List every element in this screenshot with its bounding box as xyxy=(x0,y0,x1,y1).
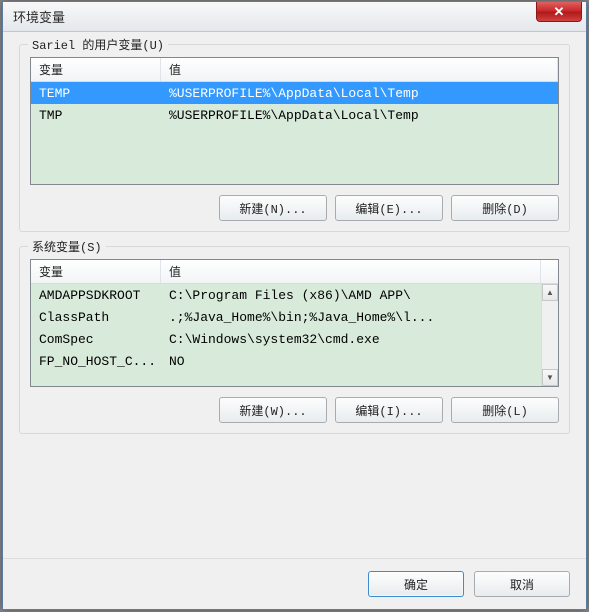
dialog-content: Sariel 的用户变量(U) 变量 值 TEMP %USERPROFILE%\… xyxy=(3,32,586,558)
system-table-header: 变量 值 xyxy=(31,260,558,284)
cell-var: FP_NO_HOST_C... xyxy=(31,354,161,369)
user-variables-label: Sariel 的用户变量(U) xyxy=(28,36,168,53)
user-table-rows: TEMP %USERPROFILE%\AppData\Local\Temp TM… xyxy=(31,82,558,184)
close-icon: ✕ xyxy=(554,4,565,20)
scroll-up-button[interactable]: ▲ xyxy=(542,284,558,301)
system-delete-button[interactable]: 删除(L) xyxy=(451,397,559,423)
cell-val: .;%Java_Home%\bin;%Java_Home%\l... xyxy=(161,310,541,325)
system-table-rows: AMDAPPSDKROOT C:\Program Files (x86)\AMD… xyxy=(31,284,541,386)
table-row[interactable]: ComSpec C:\Windows\system32\cmd.exe xyxy=(31,328,541,350)
system-variables-table[interactable]: 变量 值 AMDAPPSDKROOT C:\Program Files (x86… xyxy=(30,259,559,387)
user-table-body: TEMP %USERPROFILE%\AppData\Local\Temp TM… xyxy=(31,82,558,184)
dialog-footer: 确定 取消 xyxy=(3,558,586,609)
system-new-button[interactable]: 新建(W)... xyxy=(219,397,327,423)
table-row[interactable]: TMP %USERPROFILE%\AppData\Local\Temp xyxy=(31,104,558,126)
user-buttons-row: 新建(N)... 编辑(E)... 删除(D) xyxy=(30,195,559,221)
table-row[interactable]: AMDAPPSDKROOT C:\Program Files (x86)\AMD… xyxy=(31,284,541,306)
system-col-value[interactable]: 值 xyxy=(161,260,541,283)
table-row[interactable]: FP_NO_HOST_C... NO xyxy=(31,350,541,372)
environment-variables-window: 环境变量 ✕ Sariel 的用户变量(U) 变量 值 TEMP %USERPR… xyxy=(2,1,587,610)
cell-var: TEMP xyxy=(31,86,161,101)
system-edit-button[interactable]: 编辑(I)... xyxy=(335,397,443,423)
cancel-button[interactable]: 取消 xyxy=(474,571,570,597)
user-col-value[interactable]: 值 xyxy=(161,58,558,81)
system-col-variable[interactable]: 变量 xyxy=(31,260,161,283)
cell-var: ComSpec xyxy=(31,332,161,347)
system-buttons-row: 新建(W)... 编辑(I)... 删除(L) xyxy=(30,397,559,423)
scroll-track[interactable] xyxy=(542,301,558,369)
chevron-down-icon: ▼ xyxy=(546,373,554,382)
system-variables-group: 系统变量(S) 变量 值 AMDAPPSDKROOT C:\Program Fi… xyxy=(19,246,570,434)
titlebar[interactable]: 环境变量 ✕ xyxy=(3,2,586,32)
system-scrollbar[interactable]: ▲ ▼ xyxy=(541,284,558,386)
user-variables-group: Sariel 的用户变量(U) 变量 值 TEMP %USERPROFILE%\… xyxy=(19,44,570,232)
table-row[interactable]: ClassPath .;%Java_Home%\bin;%Java_Home%\… xyxy=(31,306,541,328)
user-variables-table[interactable]: 变量 值 TEMP %USERPROFILE%\AppData\Local\Te… xyxy=(30,57,559,185)
user-col-variable[interactable]: 变量 xyxy=(31,58,161,81)
user-delete-button[interactable]: 删除(D) xyxy=(451,195,559,221)
chevron-up-icon: ▲ xyxy=(546,288,554,297)
window-title: 环境变量 xyxy=(13,7,65,26)
cell-val: %USERPROFILE%\AppData\Local\Temp xyxy=(161,86,558,101)
system-table-body: AMDAPPSDKROOT C:\Program Files (x86)\AMD… xyxy=(31,284,558,386)
cell-val: C:\Program Files (x86)\AMD APP\ xyxy=(161,288,541,303)
user-table-header: 变量 值 xyxy=(31,58,558,82)
cell-val: NO xyxy=(161,354,541,369)
table-row[interactable]: TEMP %USERPROFILE%\AppData\Local\Temp xyxy=(31,82,558,104)
cell-val: C:\Windows\system32\cmd.exe xyxy=(161,332,541,347)
user-edit-button[interactable]: 编辑(E)... xyxy=(335,195,443,221)
cell-var: ClassPath xyxy=(31,310,161,325)
ok-button[interactable]: 确定 xyxy=(368,571,464,597)
scroll-header-spacer xyxy=(541,260,558,283)
scroll-down-button[interactable]: ▼ xyxy=(542,369,558,386)
user-new-button[interactable]: 新建(N)... xyxy=(219,195,327,221)
cell-var: TMP xyxy=(31,108,161,123)
system-variables-label: 系统变量(S) xyxy=(28,238,106,255)
close-button[interactable]: ✕ xyxy=(536,2,582,22)
cell-var: AMDAPPSDKROOT xyxy=(31,288,161,303)
cell-val: %USERPROFILE%\AppData\Local\Temp xyxy=(161,108,558,123)
